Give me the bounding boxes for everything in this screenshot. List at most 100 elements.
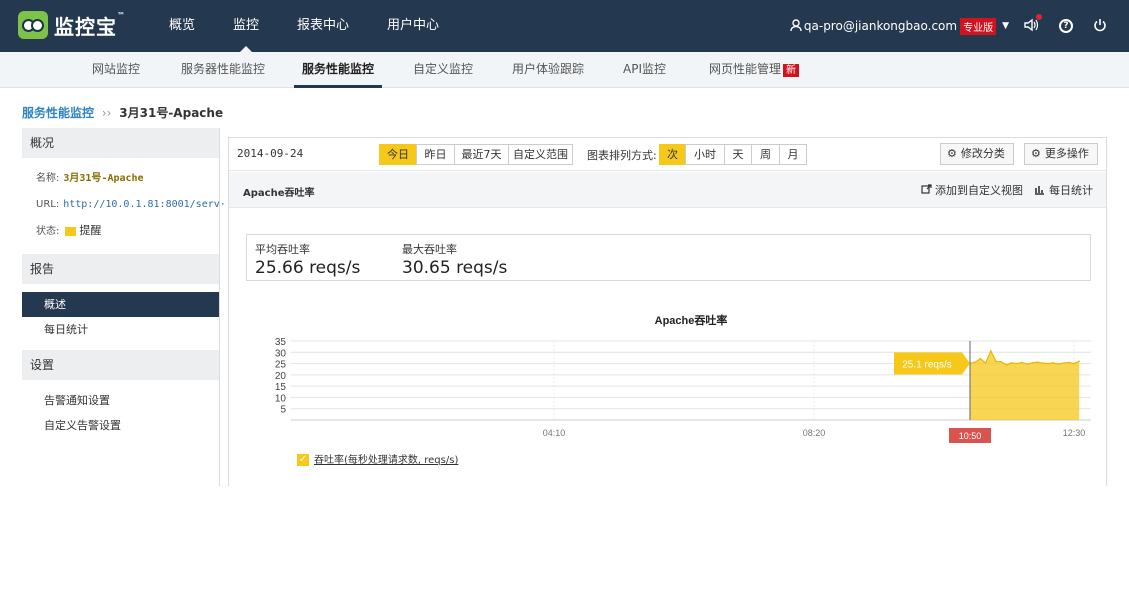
y-tick-label: 15 — [275, 382, 287, 393]
panel-title-bar: Apache吞吐率 添加到自定义视图 每日统计 — [229, 172, 1106, 208]
add-to-view-link[interactable]: 添加到自定义视图 — [921, 182, 1023, 198]
sort-by-month-button[interactable]: 月 — [779, 144, 807, 165]
data-point — [990, 350, 992, 352]
sidebar-item-custom-alert[interactable]: 自定义告警设置 — [22, 413, 219, 438]
sort-by-hour-button[interactable]: 小时 — [685, 144, 725, 165]
data-point — [1078, 360, 1080, 363]
subnav-service-performance[interactable]: 服务性能监控 — [294, 52, 383, 88]
speaker-icon[interactable] — [1023, 13, 1042, 35]
subnav-api-monitor[interactable]: API监控 — [623, 52, 666, 88]
data-point — [1031, 361, 1034, 364]
checkbox-checked-icon[interactable]: ✓ — [297, 454, 309, 466]
x-tick-label: 04:10 — [543, 428, 566, 438]
daily-stats-label: 每日统计 — [1049, 184, 1093, 197]
throughput-chart[interactable]: Apache吞吐率 3530252015105 04:10 08:20 12:30 10:… — [229, 308, 1106, 468]
sidebar-item-daily-stats[interactable]: 每日统计 — [22, 317, 219, 342]
sidebar-status-row: 状态: 提醒 — [22, 218, 219, 244]
sidebar-item-alert-notify[interactable]: 告警通知设置 — [22, 388, 219, 413]
avg-label: 平均吞吐率 — [255, 243, 310, 256]
logo[interactable]: 监控宝™ — [18, 10, 126, 40]
date-display[interactable]: 2014-09-24 — [237, 147, 303, 160]
range-custom-button[interactable]: 自定义范围 — [508, 144, 573, 165]
user-box: qa-pro@jiankongbao.com 专业版 ▼ ? — [784, 0, 1129, 52]
gear-icon: ⚙ — [947, 147, 957, 160]
edit-category-label: 修改分类 — [960, 147, 1005, 160]
more-actions-label: 更多操作 — [1044, 147, 1089, 160]
name-label: 名称: — [36, 173, 60, 184]
sidebar-name-row: 名称: 3月31号-Apache — [22, 166, 219, 192]
user-email[interactable]: qa-pro@jiankongbao.com — [804, 19, 957, 33]
chart-legend[interactable]: ✓ 吞吐率(每秒处理请求数, reqs/s) — [297, 451, 458, 466]
data-point — [1010, 362, 1013, 364]
logo-mascot-icon — [18, 11, 48, 39]
y-tick-label: 10 — [275, 393, 287, 404]
edit-category-button[interactable]: ⚙ 修改分类 — [940, 143, 1014, 165]
breadcrumb: 服务性能监控 ›› 3月31号-Apache — [22, 104, 223, 121]
edition-badge: 专业版 — [960, 17, 997, 35]
data-point — [1036, 361, 1039, 364]
top-bar: 监控宝™ 概览 监控 报表中心 用户中心 qa-pro@jiankongbao.… — [0, 0, 1129, 52]
data-point — [1042, 362, 1044, 364]
subnav-web-performance-label: 网页性能管理 — [709, 62, 782, 76]
data-point — [984, 362, 987, 364]
data-point — [995, 360, 997, 363]
main-nav-reports[interactable]: 报表中心 — [286, 0, 360, 52]
tooltip-text: 25.1 reqs/s — [902, 359, 951, 370]
data-point — [979, 357, 982, 360]
x-tick-label: 08:20 — [803, 428, 826, 438]
range-7days-button[interactable]: 最近7天 — [454, 144, 509, 165]
stats-box: 平均吞吐率 25.66 reqs/s 最大吞吐率 30.65 reqs/s — [246, 234, 1091, 281]
y-tick-label: 5 — [280, 405, 286, 416]
data-point — [1062, 362, 1065, 364]
power-icon[interactable] — [1093, 18, 1107, 35]
breadcrumb-parent[interactable]: 服务性能监控 — [22, 106, 94, 120]
add-view-icon — [921, 184, 932, 194]
sidebar-report-head: 报告 — [22, 254, 219, 284]
sort-label: 图表排列方式: — [587, 149, 657, 162]
sort-by-count-button[interactable]: 次 — [659, 144, 686, 165]
status-label: 状态: — [36, 226, 60, 237]
main-content: 2014-09-24 今日 昨日 最近7天 自定义范围 图表排列方式: 次 小时… — [228, 137, 1107, 486]
new-badge: 新 — [783, 64, 800, 77]
y-tick-label: 35 — [275, 337, 287, 348]
main-nav: 概览 监控 报表中心 用户中心 — [158, 0, 466, 52]
help-icon[interactable]: ? — [1059, 19, 1073, 33]
main-nav-monitor[interactable]: 监控 — [222, 0, 270, 52]
data-point — [1000, 360, 1002, 363]
data-point — [1052, 362, 1054, 364]
subnav-website-monitor[interactable]: 网站监控 — [92, 52, 140, 88]
chart-title: Apache吞吐率 — [655, 313, 728, 327]
subnav-server-performance[interactable]: 服务器性能监控 — [181, 52, 265, 88]
range-yesterday-button[interactable]: 昨日 — [416, 144, 455, 165]
main-nav-overview[interactable]: 概览 — [158, 0, 206, 52]
data-point — [1016, 362, 1018, 365]
max-label: 最大吞吐率 — [402, 243, 457, 256]
data-point — [974, 361, 976, 364]
user-icon — [790, 18, 802, 34]
more-actions-button[interactable]: ⚙ 更多操作 — [1024, 143, 1098, 165]
data-point — [1005, 364, 1008, 366]
name-value: 3月31号-Apache — [63, 173, 144, 184]
data-point — [1021, 361, 1023, 364]
subnav-web-performance[interactable]: 网页性能管理新 — [709, 52, 800, 88]
sub-nav: 网站监控 服务器性能监控 服务性能监控 自定义监控 用户体验跟踪 API监控 网… — [0, 52, 1129, 88]
sort-by-week-button[interactable]: 周 — [751, 144, 780, 165]
sidebar-overview-head: 概况 — [22, 128, 219, 158]
data-point — [1057, 363, 1060, 365]
y-tick-label: 25 — [275, 360, 287, 371]
data-point — [1026, 363, 1028, 366]
daily-stats-link[interactable]: 每日统计 — [1034, 182, 1093, 198]
range-today-button[interactable]: 今日 — [379, 144, 417, 165]
notification-dot — [1036, 13, 1042, 20]
url-value[interactable]: http://10.0.1.81:8001/serv··· — [63, 199, 238, 210]
chevron-down-icon[interactable]: ▼ — [1002, 21, 1009, 31]
data-point — [1073, 362, 1075, 365]
x-tick-label: 12:30 — [1063, 428, 1086, 438]
main-nav-user-center[interactable]: 用户中心 — [376, 0, 450, 52]
subnav-user-experience[interactable]: 用户体验跟踪 — [512, 52, 584, 88]
sidebar-url-row: URL: http://10.0.1.81:8001/serv··· — [22, 192, 238, 218]
sort-by-day-button[interactable]: 天 — [724, 144, 752, 165]
breadcrumb-separator: ›› — [101, 106, 112, 120]
subnav-custom-monitor[interactable]: 自定义监控 — [413, 52, 473, 88]
sidebar-item-summary[interactable]: 概述 — [22, 292, 219, 317]
